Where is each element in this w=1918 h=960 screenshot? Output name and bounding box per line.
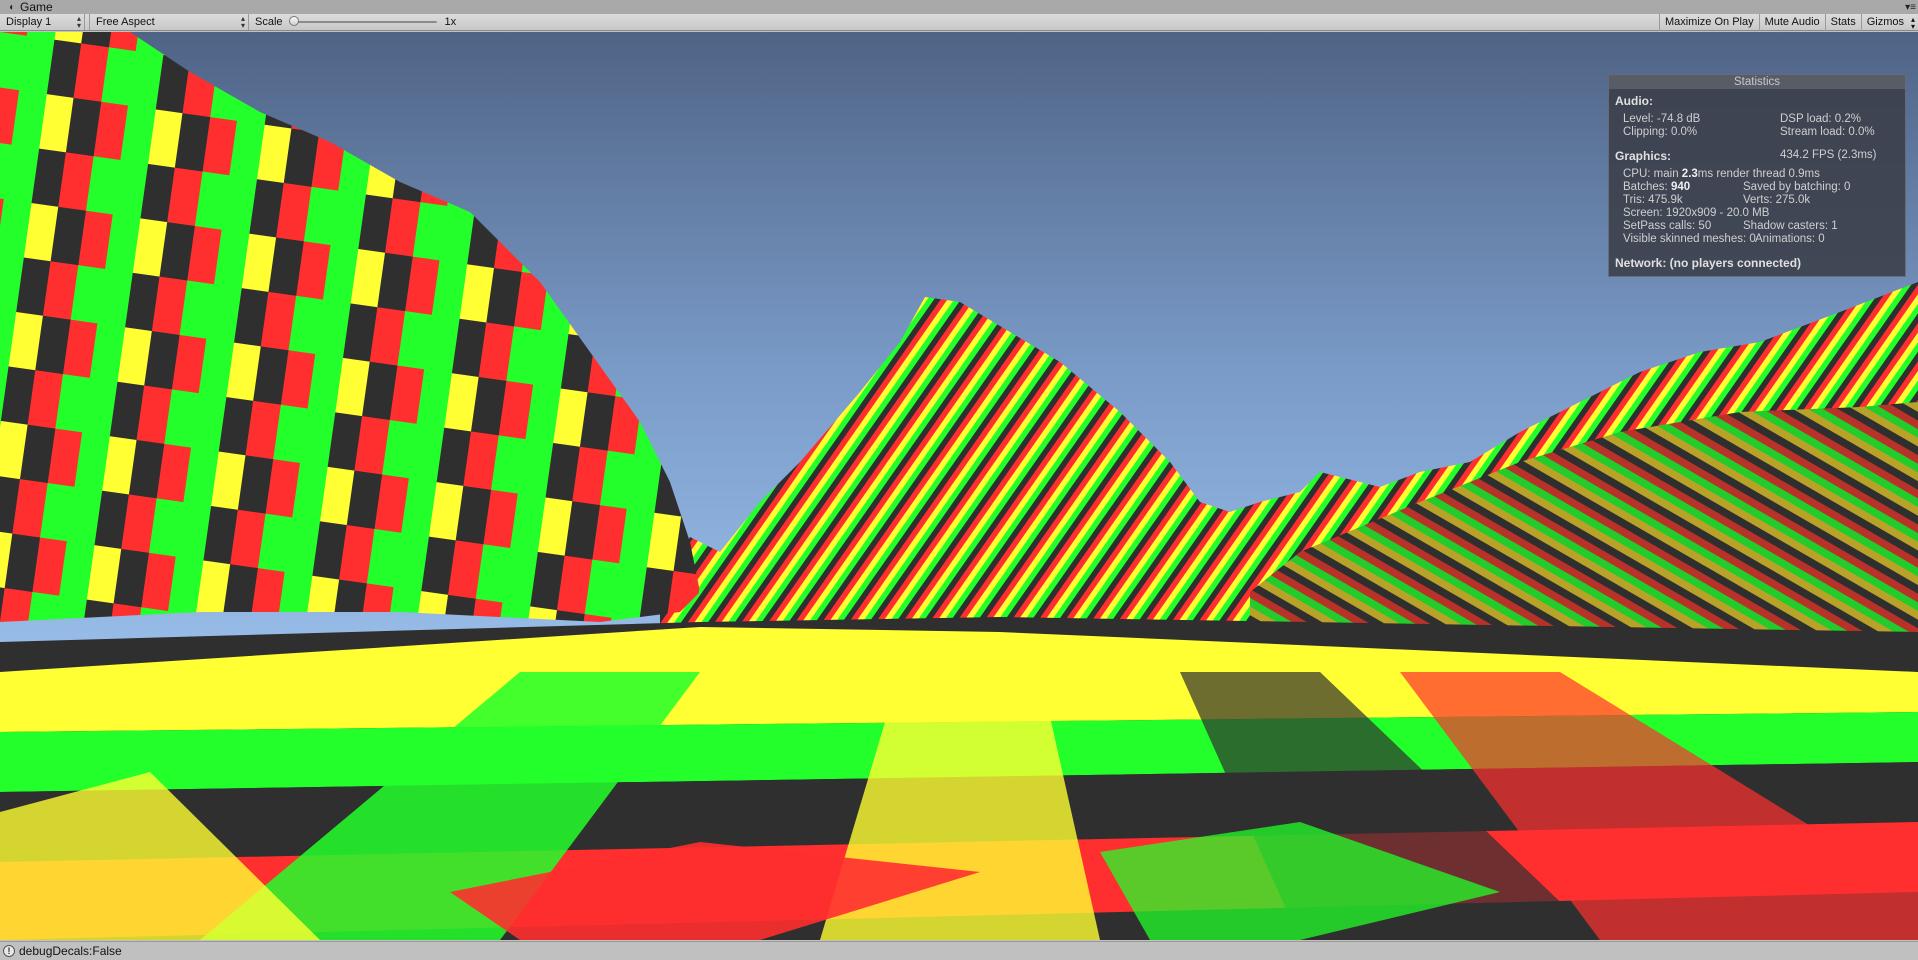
graphics-batches: Batches: 940 — [1623, 181, 1691, 193]
audio-level: Level: -74.8 dB — [1623, 113, 1701, 125]
graphics-animations: Animations: 0 — [1755, 233, 1825, 245]
window-title[interactable]: Game — [20, 0, 53, 14]
graphics-skinned-meshes: Visible skinned meshes: 0 — [1623, 233, 1756, 245]
unity-icon: ◖ — [7, 1, 15, 13]
scale-control: Scale 1x — [255, 14, 456, 30]
game-view[interactable]: Statistics Audio: Level: -74.8 dB DSP lo… — [0, 32, 1918, 940]
statistics-title: Statistics — [1609, 75, 1905, 89]
dropdown-arrows-icon: ▴ ▾ — [1910, 14, 1915, 31]
window-tab-bar: ◖ Game ▾≡ — [0, 0, 1918, 14]
gizmos-dropdown[interactable]: Gizmos ▴ ▾ — [1860, 13, 1918, 31]
audio-clipping: Clipping: 0.0% — [1623, 126, 1698, 138]
status-message[interactable]: debugDecals:False — [19, 944, 122, 958]
graphics-setpass: SetPass calls: 50 — [1623, 220, 1712, 232]
gizmos-label: Gizmos — [1866, 16, 1904, 28]
audio-dsp-load: DSP load: 0.2% — [1780, 113, 1861, 125]
stats-toggle[interactable]: Stats — [1824, 13, 1861, 31]
scale-slider-thumb[interactable] — [288, 16, 299, 26]
status-bar[interactable]: ! debugDecals:False — [0, 941, 1918, 960]
ground-checker — [0, 627, 1918, 940]
scale-value: 1x — [444, 16, 457, 28]
display-dropdown[interactable]: Display 1 ▴ ▾ — [0, 14, 85, 30]
scale-slider[interactable] — [288, 16, 437, 26]
aspect-dropdown[interactable]: Free Aspect ▴ ▾ — [89, 14, 249, 30]
graphics-shadow-casters: Shadow casters: 1 — [1743, 220, 1838, 232]
network-status: Network: (no players connected) — [1615, 256, 1802, 270]
aspect-dropdown-label: Free Aspect — [96, 16, 155, 28]
graphics-fps: 434.2 FPS (2.3ms) — [1780, 149, 1877, 161]
display-dropdown-label: Display 1 — [6, 16, 52, 28]
toolbar-toggles: Maximize On Play Mute Audio Stats Gizmos… — [1658, 13, 1918, 31]
window-menu-icon[interactable]: ▾≡ — [1905, 2, 1916, 13]
mute-audio-toggle[interactable]: Mute Audio — [1758, 13, 1825, 31]
statistics-panel: Statistics Audio: Level: -74.8 dB DSP lo… — [1608, 74, 1906, 277]
dropdown-arrows-icon: ▴ ▾ — [76, 14, 81, 30]
audio-stream-load: Stream load: 0.0% — [1780, 126, 1875, 138]
graphics-saved-batching: Saved by batching: 0 — [1743, 181, 1851, 193]
graphics-cpu: CPU: main 2.3ms render thread 0.9ms — [1623, 168, 1820, 180]
audio-header: Audio: — [1615, 94, 1653, 108]
game-toolbar: Display 1 ▴ ▾ Free Aspect ▴ ▾ Scale 1x Max… — [0, 13, 1918, 31]
maximize-on-play-toggle[interactable]: Maximize On Play — [1658, 13, 1759, 31]
graphics-screen: Screen: 1920x909 - 20.0 MB — [1623, 207, 1770, 219]
dropdown-arrows-icon: ▴ ▾ — [240, 14, 245, 30]
scale-label: Scale — [255, 16, 283, 28]
graphics-header: Graphics: — [1615, 149, 1672, 163]
graphics-tris: Tris: 475.9k — [1623, 194, 1683, 206]
graphics-verts: Verts: 275.0k — [1743, 194, 1811, 206]
info-icon: ! — [3, 945, 15, 957]
